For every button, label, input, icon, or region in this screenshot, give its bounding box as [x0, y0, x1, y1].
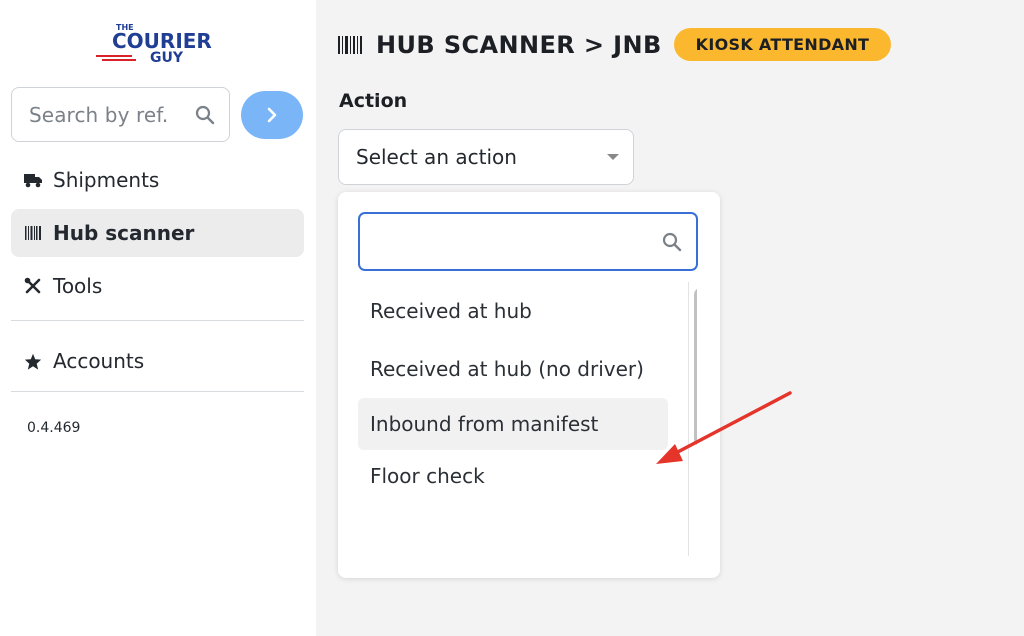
barcode-icon [23, 223, 43, 243]
sidebar-item-label: Shipments [53, 168, 160, 192]
sidebar: THE COURIER GUY Search by ref. Shipments [0, 0, 316, 636]
caret-down-icon [607, 154, 619, 160]
search-icon [662, 232, 682, 251]
sidebar-item-accounts[interactable]: Accounts [11, 337, 304, 385]
action-select-value: Select an action [356, 145, 517, 169]
page-header: HUB SCANNER > JNB KIOSK ATTENDANT [338, 28, 892, 61]
role-badge: KIOSK ATTENDANT [673, 28, 892, 61]
dropdown-options-list: Received at hub Received at hub (no driv… [358, 282, 697, 556]
action-label: Action [339, 90, 408, 112]
sidebar-item-shipments[interactable]: Shipments [11, 156, 304, 204]
star-icon [23, 351, 43, 371]
option-floor-check[interactable]: Floor check [358, 450, 668, 502]
sidebar-divider [11, 391, 304, 392]
option-inbound-from-manifest[interactable]: Inbound from manifest [358, 398, 668, 450]
search-placeholder: Search by ref. [29, 102, 169, 127]
option-received-at-hub[interactable]: Received at hub [358, 282, 668, 340]
logo-speed-lines [96, 55, 136, 61]
barcode-icon [338, 35, 362, 54]
action-select[interactable]: Select an action [338, 129, 634, 185]
app-version: 0.4.469 [27, 420, 81, 436]
courier-guy-logo[interactable]: THE COURIER GUY [92, 22, 224, 68]
sidebar-item-label: Accounts [53, 349, 145, 373]
truck-icon [23, 170, 43, 190]
chevron-right-icon [267, 107, 277, 122]
sidebar-divider [11, 320, 304, 321]
logo-text-guy: GUY [150, 50, 184, 66]
option-received-at-hub-no-driver[interactable]: Received at hub (no driver) [358, 340, 668, 398]
search-icon [195, 105, 215, 124]
search-go-button[interactable] [241, 90, 303, 139]
options-list: Received at hub Received at hub (no driv… [358, 282, 668, 502]
sidebar-item-label: Hub scanner [53, 221, 195, 245]
sidebar-nav: Shipments Hub scanner Tools Accounts [11, 156, 304, 392]
sidebar-item-label: Tools [53, 274, 103, 298]
dropdown-search-input[interactable] [358, 212, 698, 271]
search-row: Search by ref. [11, 87, 303, 142]
tools-icon [23, 276, 43, 296]
dropdown-scrollbar-thumb[interactable] [694, 287, 697, 447]
page-title: HUB SCANNER > JNB [376, 30, 662, 59]
sidebar-item-hub-scanner[interactable]: Hub scanner [11, 209, 304, 257]
sidebar-item-tools[interactable]: Tools [11, 262, 304, 310]
search-input[interactable]: Search by ref. [11, 87, 230, 142]
action-dropdown-menu: Received at hub Received at hub (no driv… [338, 192, 720, 578]
